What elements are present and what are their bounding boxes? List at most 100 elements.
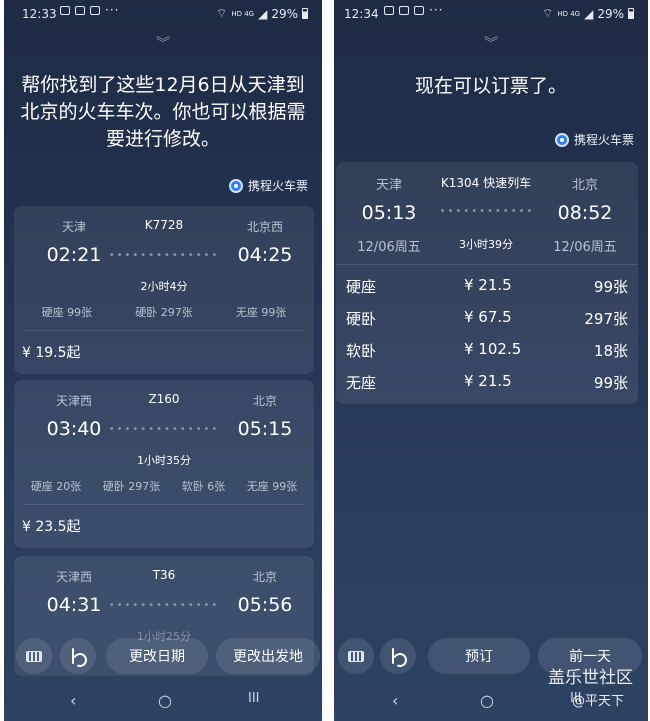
price-from: ¥ 23.5起 (22, 519, 81, 535)
wifi-icon: ⌔ (216, 6, 228, 20)
price-from: ¥ 19.5起 (22, 345, 81, 361)
gallery-icon (384, 6, 394, 15)
duration: 1小时35分 (137, 454, 191, 467)
back-icon[interactable]: ‹ (392, 691, 398, 710)
train-number: K7728 (144, 218, 184, 232)
seat-class: 硬座 (346, 278, 377, 296)
back-icon[interactable]: ‹ (70, 691, 76, 710)
bixby-button[interactable] (60, 638, 96, 674)
train-number: Z160 (148, 392, 180, 406)
divider (24, 504, 304, 505)
seat-class: 硬卧 (346, 310, 377, 328)
from-station: 天津西 (55, 570, 92, 584)
seat-summary: 硬座 99张 硬卧 297张 无座 99张 (14, 304, 314, 320)
train-detail-card[interactable]: 天津 K1304 快速列车 北京 05:13 •••••••••••• 08:5… (336, 162, 638, 404)
home-icon[interactable]: ○ (480, 691, 494, 710)
tickets-left: 99张 (593, 278, 628, 296)
collapse-chevron-icon[interactable]: ︾ (4, 37, 322, 51)
network-label: HD 4G (231, 9, 255, 18)
bixby-icon (71, 648, 85, 664)
fare-amount: ¥ 102.5 (464, 340, 522, 358)
recents-icon[interactable]: III (248, 691, 260, 706)
train-number: T36 (152, 568, 176, 582)
collapse-chevron-icon[interactable]: ︾ (334, 37, 648, 51)
arrival-time: 08:52 (557, 202, 613, 224)
keyboard-icon (26, 650, 42, 662)
seat-item: 软卧 6张 (181, 480, 226, 493)
seat-summary: 硬座 20张 硬卧 297张 软卧 6张 无座 99张 (14, 478, 314, 494)
clock: 12:33 (22, 7, 57, 21)
fare-amount: ¥ 21.5 (464, 372, 512, 390)
left-screen: 12:33 ··· ⌔ HD 4G ◢ 29% ︾ 帮你找到了这些12月6日从天… (4, 0, 322, 721)
bottom-action-bar: 更改日期 更改出发地 (4, 636, 322, 676)
keyboard-button[interactable] (338, 638, 374, 674)
divider (336, 264, 638, 265)
seat-class: 软卧 (346, 342, 377, 360)
tickets-left: 297张 (584, 310, 628, 328)
wechat-icon-2 (414, 6, 424, 15)
duration: 3小时39分 (459, 238, 513, 251)
system-icons: ⌔ HD 4G ◢ 29% (216, 6, 308, 21)
seat-class: 无座 (346, 374, 377, 392)
bixby-icon (391, 648, 405, 664)
book-button[interactable]: 预订 (428, 638, 530, 674)
arrival-date: 12/06周五 (553, 240, 617, 255)
signal-icon: ◢ (584, 6, 594, 21)
duration: 2小时4分 (140, 280, 188, 293)
battery-icon (302, 8, 308, 19)
change-date-button[interactable]: 更改日期 (106, 638, 208, 674)
assistant-message: 现在可以订票了。 (414, 75, 567, 97)
arrival-time: 05:56 (237, 594, 293, 616)
network-label: HD 4G (557, 9, 581, 18)
fare-row: 无座 ¥ 21.5 99张 (336, 365, 638, 397)
more-notifications-icon: ··· (105, 3, 120, 17)
train-card[interactable]: 天津 K7728 北京西 02:21 •••••••••••••• 04:25 … (14, 206, 314, 374)
fare-row: 硬座 ¥ 21.5 99张 (336, 269, 638, 301)
wechat-icon-2 (90, 6, 100, 15)
battery-icon (628, 8, 634, 19)
from-station: 天津 (61, 220, 86, 234)
right-screen: 12:34 ··· ⌔ HD 4G ◢ 29% ︾ 现在可以订票了。 携程火车票… (334, 0, 648, 721)
change-origin-button[interactable]: 更改出发地 (216, 638, 320, 674)
seat-item: 硬卧 297张 (135, 306, 193, 319)
to-station: 北京西 (246, 220, 283, 234)
clock: 12:34 (344, 7, 379, 21)
home-icon[interactable]: ○ (158, 691, 172, 710)
to-station: 北京 (252, 394, 277, 408)
departure-date: 12/06周五 (357, 240, 421, 255)
provider-label: 携程火车票 (228, 177, 308, 194)
status-bar: 12:33 ··· ⌔ HD 4G ◢ 29% (4, 0, 322, 28)
provider-name: 携程火车票 (247, 179, 308, 193)
ctrip-logo-icon (554, 132, 569, 147)
wechat-icon (399, 6, 409, 15)
seat-item: 硬卧 297张 (102, 480, 161, 493)
from-station: 天津 (375, 178, 402, 193)
tickets-left: 99张 (593, 374, 628, 392)
fare-amount: ¥ 67.5 (464, 308, 512, 326)
status-bar: 12:34 ··· ⌔ HD 4G ◢ 29% (334, 0, 648, 28)
ctrip-logo-icon (228, 178, 243, 193)
navigation-bar: ‹ ○ III (4, 685, 322, 715)
more-notifications-icon: ··· (429, 3, 444, 17)
seat-item: 无座 99张 (246, 480, 298, 493)
from-station: 天津西 (55, 394, 92, 408)
notification-icons: ··· (60, 3, 120, 17)
system-icons: ⌔ HD 4G ◢ 29% (542, 6, 634, 21)
seat-item: 无座 99张 (235, 306, 287, 319)
gallery-icon (60, 6, 70, 15)
fare-row: 软卧 ¥ 102.5 18张 (336, 333, 638, 365)
fare-row: 硬卧 ¥ 67.5 297张 (336, 301, 638, 333)
bixby-button[interactable] (380, 638, 416, 674)
keyboard-icon (348, 650, 364, 662)
watermark: 盖乐世社区 (548, 668, 633, 688)
train-card[interactable]: 天津西 Z160 北京 03:40 •••••••••••••• 05:15 1… (14, 380, 314, 548)
tickets-left: 18张 (593, 342, 628, 360)
train-number: K1304 快速列车 (440, 176, 532, 190)
provider-name: 携程火车票 (573, 133, 634, 147)
keyboard-button[interactable] (16, 638, 52, 674)
notification-icons: ··· (384, 3, 444, 17)
battery-percent: 29% (271, 6, 298, 21)
assistant-message: 帮你找到了这些12月6日从天津到北京的火车车次。你也可以根据需要进行修改。 (20, 74, 306, 150)
provider-label: 携程火车票 (554, 131, 634, 148)
seat-item: 硬座 20张 (30, 480, 82, 493)
